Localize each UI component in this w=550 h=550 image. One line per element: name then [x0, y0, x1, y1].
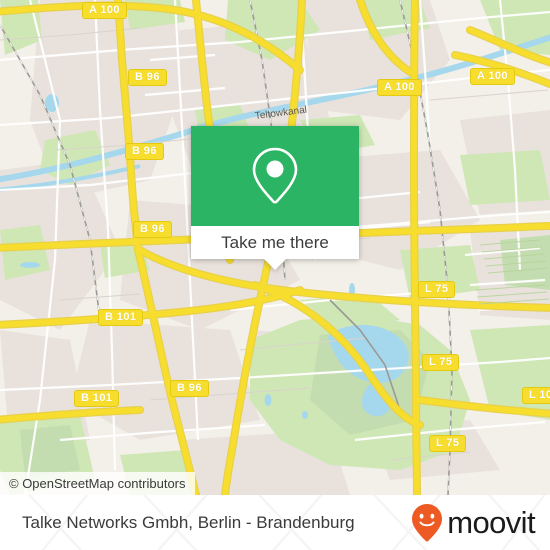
popup-action-bar[interactable]: Take me there	[191, 226, 359, 270]
road-shield-b96: B 96	[125, 143, 164, 160]
road-shield-l100: L 100	[522, 387, 550, 404]
road-shield-a100: A 100	[82, 2, 127, 19]
road-shield-b96: B 96	[128, 69, 167, 86]
moovit-wordmark: moovit	[447, 505, 535, 540]
map-canvas[interactable]: Teltowkanal A 100 B 96 B 96 B 96 B 101 B…	[0, 0, 550, 495]
road-shield-b96: B 96	[170, 380, 209, 397]
osm-attribution[interactable]: © OpenStreetMap contributors	[0, 472, 195, 495]
footer-bar: Talke Networks Gmbh, Berlin - Brandenbur…	[0, 495, 550, 550]
popup-icon-area	[191, 126, 359, 226]
road-shield-b101: B 101	[98, 309, 144, 326]
road-shield-l75: L 75	[429, 435, 467, 452]
road-shield-b101: B 101	[74, 390, 120, 407]
take-me-there-popup[interactable]: Take me there	[191, 126, 359, 270]
road-shield-a100: A 100	[377, 79, 422, 96]
location-pin-icon	[252, 147, 298, 204]
road-shield-l75: L 75	[418, 281, 456, 298]
take-me-there-label: Take me there	[221, 232, 329, 252]
moovit-brand-logo[interactable]: moovit	[410, 495, 536, 550]
location-title: Talke Networks Gmbh, Berlin - Brandenbur…	[22, 513, 355, 532]
road-shield-l75: L 75	[422, 354, 460, 371]
road-shield-a100: A 100	[470, 68, 515, 85]
road-shield-b96: B 96	[133, 221, 172, 238]
popup-pointer	[264, 259, 286, 270]
moovit-location-map-screen: Teltowkanal A 100 B 96 B 96 B 96 B 101 B…	[0, 0, 550, 550]
moovit-smiley-pin-icon	[412, 503, 443, 542]
